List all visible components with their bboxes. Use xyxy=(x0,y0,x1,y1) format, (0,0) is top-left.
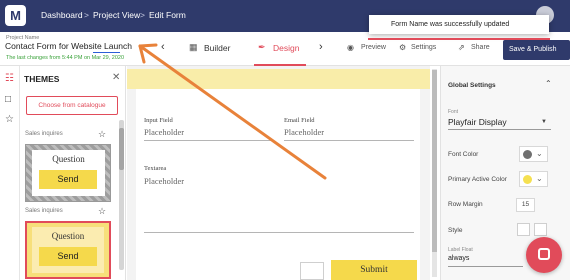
theme-send: Send xyxy=(39,170,97,189)
form-reset-button[interactable] xyxy=(300,262,324,280)
submit-button[interactable]: Submit xyxy=(331,260,417,280)
close-icon[interactable]: ✕ xyxy=(112,72,120,83)
label-float-label: Label Float xyxy=(448,247,473,253)
font-select-underline xyxy=(448,129,551,130)
primary-color-picker[interactable]: ⌄ xyxy=(519,171,548,187)
toast-accent-bar xyxy=(368,38,550,40)
tab-builder[interactable]: Builder xyxy=(204,43,230,53)
theme-question: Question xyxy=(51,231,85,241)
themes-panel: THEMES ✕ Choose from catalogue Sales inq… xyxy=(20,66,126,280)
breadcrumb-separator: > xyxy=(84,10,89,20)
share-icon: ⇗ xyxy=(458,43,465,52)
textarea-underline xyxy=(144,232,414,233)
brush-icon: ✒ xyxy=(258,42,266,52)
folder-icon[interactable]: □ xyxy=(5,94,11,105)
theme-name: Sales inquires xyxy=(25,131,63,137)
gear-icon: ⚙ xyxy=(399,43,407,52)
theme-question: Question xyxy=(52,154,85,164)
success-toast: Form Name was successfully updated xyxy=(369,15,549,34)
theme-name: Sales inquires xyxy=(25,208,63,214)
eye-icon: ◉ xyxy=(347,43,354,52)
theme-preview: Question Send xyxy=(32,150,105,196)
spellcheck-underline xyxy=(93,52,120,53)
input-field-label: Input Field xyxy=(144,117,173,124)
color-swatch xyxy=(523,150,532,159)
theme-send: Send xyxy=(39,247,97,266)
chevron-down-icon: ⌄ xyxy=(536,149,543,158)
breadcrumb-separator: > xyxy=(140,10,145,20)
chat-icon xyxy=(538,248,550,260)
style-label: Style xyxy=(448,227,463,234)
star-icon[interactable]: ☆ xyxy=(98,206,106,217)
themes-scrollbar-thumb[interactable] xyxy=(119,128,124,170)
settings-title: Global Settings xyxy=(448,82,496,89)
primary-color-label: Primary Active Color xyxy=(448,176,507,183)
canvas-scrollbar-thumb[interactable] xyxy=(432,70,437,252)
app-logo[interactable]: M xyxy=(5,5,26,26)
share-button[interactable]: Share xyxy=(471,44,490,51)
theme-card-selected[interactable]: Question Send xyxy=(25,221,111,279)
style-box-option[interactable] xyxy=(534,223,547,236)
settings-button[interactable]: Settings xyxy=(411,44,436,51)
breadcrumb-edit-form: Edit Form xyxy=(149,10,186,20)
save-publish-button[interactable]: Save & Publish xyxy=(503,40,570,60)
choose-catalogue-button[interactable]: Choose from catalogue xyxy=(26,96,118,115)
textarea-field[interactable]: Placeholder xyxy=(144,176,184,186)
row-margin-label: Row Margin xyxy=(448,201,483,208)
label-float-select[interactable]: always xyxy=(448,255,469,262)
input-field-underline xyxy=(144,140,274,141)
font-color-label: Font Color xyxy=(448,151,479,158)
help-chat-button[interactable] xyxy=(526,237,562,273)
left-rail: ☷ □ ☆ xyxy=(0,66,20,280)
font-select[interactable]: Playfair Display xyxy=(448,117,507,127)
preview-button[interactable]: Preview xyxy=(361,44,386,51)
style-underline-option[interactable] xyxy=(517,223,530,236)
star-icon[interactable]: ☆ xyxy=(5,114,14,125)
textarea-label: Textarea xyxy=(144,165,167,172)
themes-icon[interactable]: ☷ xyxy=(5,73,14,84)
chevron-right-icon[interactable]: › xyxy=(319,41,323,53)
breadcrumb-dashboard[interactable]: Dashboard xyxy=(41,10,83,20)
theme-card[interactable]: Question Send xyxy=(25,144,111,202)
star-icon[interactable]: ☆ xyxy=(98,129,106,140)
caret-down-icon: ▼ xyxy=(541,119,547,125)
grid-icon: ▦ xyxy=(189,42,198,52)
label-float-underline xyxy=(448,266,523,267)
row-margin-input[interactable]: 15 xyxy=(516,198,535,212)
breadcrumb-project-view[interactable]: Project View xyxy=(93,10,140,20)
chevron-left-icon[interactable]: ‹ xyxy=(161,41,165,53)
email-field-underline xyxy=(284,140,414,141)
project-name-input[interactable]: Contact Form for Website Launch xyxy=(5,41,132,51)
email-field[interactable]: Placeholder xyxy=(284,127,324,137)
font-color-picker[interactable]: ⌄ xyxy=(519,146,548,162)
last-changes-text: The last changes from 5:44 PM on Mar 29,… xyxy=(6,55,125,61)
color-swatch xyxy=(523,175,532,184)
email-field-label: Email Field xyxy=(284,117,315,124)
form-header-band xyxy=(127,69,430,89)
theme-preview: Question Send xyxy=(32,227,104,273)
themes-title: THEMES xyxy=(24,74,60,84)
font-label: Font xyxy=(448,109,459,115)
chevron-up-icon[interactable]: ⌃ xyxy=(545,79,552,88)
input-field[interactable]: Placeholder xyxy=(144,127,184,137)
chevron-down-icon: ⌄ xyxy=(536,174,543,183)
tab-design[interactable]: Design xyxy=(273,43,299,53)
